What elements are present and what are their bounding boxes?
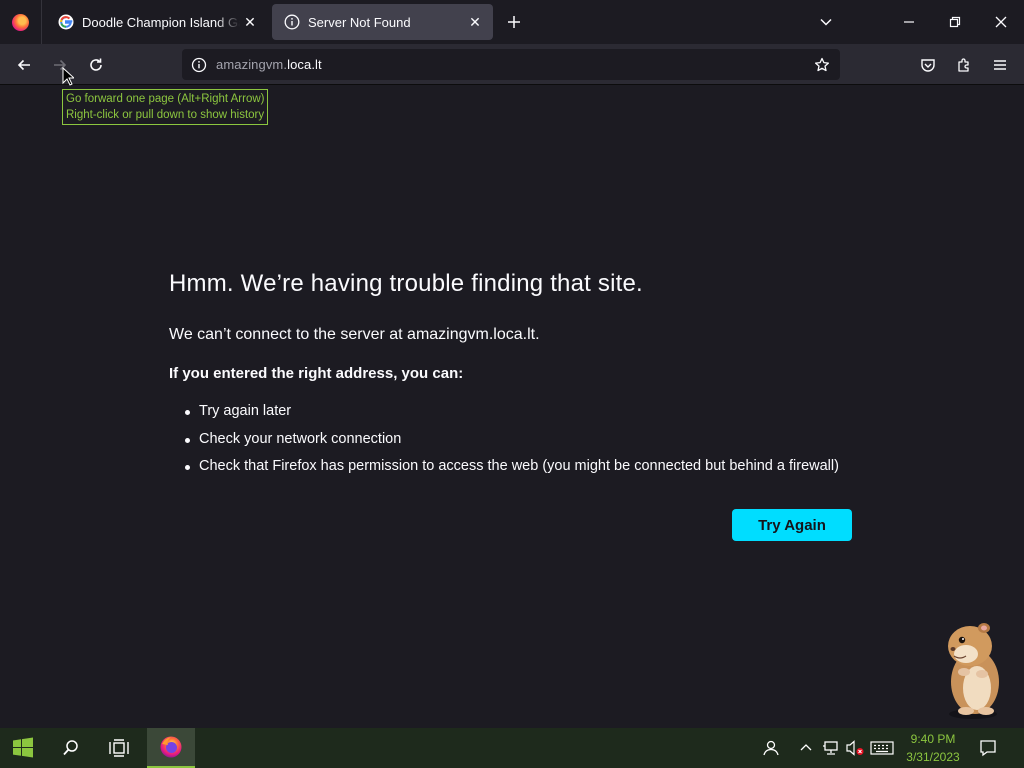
hamster-pet-image <box>948 623 999 719</box>
chevron-up-icon <box>800 744 812 751</box>
back-arrow-icon <box>17 59 30 71</box>
reload-button[interactable] <box>81 50 111 80</box>
suggestions-heading: If you entered the right address, you ca… <box>169 365 464 382</box>
list-item: Check that Firefox has permission to acc… <box>185 453 839 481</box>
suggestions-list: Try again later Check your network conne… <box>185 398 839 481</box>
tab-server-not-found[interactable]: Server Not Found ✕ <box>272 4 493 40</box>
reload-icon <box>90 58 102 71</box>
people-button[interactable] <box>758 728 784 768</box>
close-window-button[interactable] <box>978 0 1024 44</box>
pocket-button[interactable] <box>913 50 943 80</box>
restore-button[interactable] <box>932 0 978 44</box>
windows-taskbar: 9:40 PM 3/31/2023 <box>0 728 1024 768</box>
pocket-icon <box>921 59 935 72</box>
volume-button[interactable] <box>844 728 866 768</box>
google-g-icon <box>58 14 74 30</box>
mouse-cursor-icon <box>62 67 74 86</box>
minimize-button[interactable] <box>886 0 932 44</box>
puzzle-icon <box>958 58 969 72</box>
list-item: Check your network connection <box>185 426 839 454</box>
notification-icon <box>980 740 996 757</box>
taskbar-firefox-button[interactable] <box>147 728 195 768</box>
clock-date: 3/31/2023 <box>906 750 960 764</box>
tab-title: Server Not Found <box>308 14 411 30</box>
hamburger-menu-icon <box>994 60 1006 70</box>
keyboard-icon <box>870 741 894 755</box>
extensions-button[interactable] <box>949 50 979 80</box>
info-icon <box>284 14 300 30</box>
task-view-icon <box>109 739 129 757</box>
url-subdomain: amazingvm. <box>216 57 288 72</box>
list-all-tabs-button[interactable] <box>814 10 838 34</box>
url-text[interactable]: amazingvm.loca.lt <box>216 57 322 72</box>
close-tab-icon[interactable]: ✕ <box>465 12 485 32</box>
show-hidden-icons-button[interactable] <box>796 728 816 768</box>
error-description: We can’t connect to the server at amazin… <box>169 326 540 343</box>
close-tab-icon[interactable]: ✕ <box>240 12 260 32</box>
site-info-icon[interactable] <box>190 56 208 74</box>
app-menu-button[interactable] <box>985 50 1015 80</box>
back-button[interactable] <box>9 50 39 80</box>
address-bar[interactable]: amazingvm.loca.lt <box>182 49 840 80</box>
firefox-view-button[interactable] <box>0 0 42 44</box>
windows-logo-icon <box>13 737 33 758</box>
volume-muted-icon <box>846 740 864 756</box>
people-icon <box>763 740 779 756</box>
tab-title: Doodle Champion Island Games <box>82 14 240 30</box>
list-item: Try again later <box>185 398 839 426</box>
new-tab-button[interactable] <box>502 10 526 34</box>
page-title: Hmm. We’re having trouble finding that s… <box>169 270 643 297</box>
error-page: Hmm. We’re having trouble finding that s… <box>0 86 1024 728</box>
firefox-logo-icon <box>160 736 182 758</box>
clock-time: 9:40 PM <box>910 732 956 746</box>
action-center-button[interactable] <box>975 728 1001 768</box>
task-view-button[interactable] <box>96 728 142 768</box>
url-domain: loca.lt <box>287 57 322 72</box>
network-icon <box>823 741 838 755</box>
network-button[interactable] <box>820 728 842 768</box>
system-clock[interactable]: 9:40 PM 3/31/2023 <box>898 730 968 766</box>
start-button[interactable] <box>0 728 46 768</box>
try-again-button[interactable]: Try Again <box>732 509 852 541</box>
touch-keyboard-button[interactable] <box>868 728 896 768</box>
bookmark-star-icon[interactable] <box>808 51 836 78</box>
tab-doodle-champion[interactable]: Doodle Champion Island Games ✕ <box>46 4 268 40</box>
search-icon <box>63 740 78 756</box>
search-button[interactable] <box>48 728 94 768</box>
firefox-logo-icon <box>12 13 29 31</box>
navigation-toolbar: amazingvm.loca.lt <box>0 44 1024 85</box>
tab-bar: Doodle Champion Island Games ✕ Server No… <box>0 0 1024 44</box>
